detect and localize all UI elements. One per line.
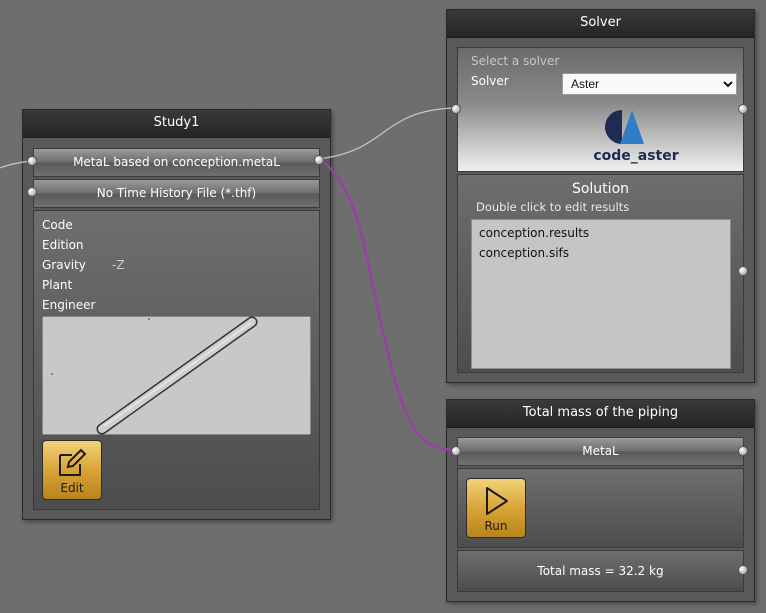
solution-hint: Double click to edit results xyxy=(476,200,630,214)
solver-output-port[interactable] xyxy=(738,104,748,114)
solver-panel: Select a solver Solver Aster code_aster xyxy=(457,47,744,172)
solution-results-list[interactable]: conception.results conception.sifs xyxy=(471,219,731,369)
solution-panel: Solution Double click to edit results co… xyxy=(457,174,744,373)
mass-metal-port-bar[interactable]: MetaL xyxy=(457,437,744,466)
solution-output-port[interactable] xyxy=(738,266,748,276)
mass-node[interactable]: Total mass of the piping MetaL Run Total… xyxy=(446,399,755,602)
prop-engineer-label: Engineer xyxy=(42,298,96,312)
solver-title[interactable]: Solver xyxy=(447,10,754,38)
solver-input-port[interactable] xyxy=(451,104,461,114)
play-icon xyxy=(486,487,508,515)
study-thf-port[interactable] xyxy=(27,187,37,197)
mass-result-panel: Total mass = 32.2 kg xyxy=(457,550,744,592)
pipe-preview-image xyxy=(42,316,311,435)
study-output-port[interactable] xyxy=(314,155,324,165)
wire-study-to-mass xyxy=(318,157,457,452)
solver-node[interactable]: Solver Select a solver Solver Aster code… xyxy=(446,9,755,383)
study-title[interactable]: Study1 xyxy=(23,110,330,138)
solution-file-results[interactable]: conception.results xyxy=(472,223,730,243)
study-properties-panel: Code Edition Gravity -Z Plant Engineer E… xyxy=(33,210,320,510)
prop-edition-label: Edition xyxy=(42,238,84,252)
study-node[interactable]: Study1 MetaL based on conception.metaL N… xyxy=(22,109,331,520)
solution-title: Solution xyxy=(571,181,630,197)
study-metal-port-bar[interactable]: MetaL based on conception.metaL xyxy=(33,148,320,177)
wire-study-to-solver xyxy=(318,107,457,160)
solution-file-sifs[interactable]: conception.sifs xyxy=(472,243,730,263)
solver-field-label: Solver xyxy=(471,74,509,88)
code-aster-logo-text: code_aster xyxy=(593,148,678,164)
mass-result-text: Total mass = 32.2 kg xyxy=(537,564,664,578)
prop-gravity-label: Gravity xyxy=(42,258,86,272)
code-aster-logo: code_aster xyxy=(593,110,679,164)
mass-metal-output-port[interactable] xyxy=(738,446,748,456)
edit-button-label: Edit xyxy=(60,481,84,495)
edit-button[interactable]: Edit xyxy=(42,440,102,500)
run-button-label: Run xyxy=(484,519,508,533)
mass-input-port[interactable] xyxy=(451,446,461,456)
mass-result-output-port[interactable] xyxy=(738,565,748,575)
edit-icon xyxy=(59,448,87,476)
run-button[interactable]: Run xyxy=(466,478,526,538)
solver-select[interactable]: Aster xyxy=(562,73,737,95)
mass-title[interactable]: Total mass of the piping xyxy=(447,400,754,428)
study-thf-port-bar[interactable]: No Time History File (*.thf) xyxy=(33,179,320,208)
prop-code-label: Code xyxy=(42,218,73,232)
mass-run-panel: Run xyxy=(457,468,744,548)
solver-hint: Select a solver xyxy=(471,54,560,68)
study-input-port[interactable] xyxy=(27,156,37,166)
prop-gravity-value: -Z xyxy=(112,258,125,272)
prop-plant-label: Plant xyxy=(42,278,73,292)
